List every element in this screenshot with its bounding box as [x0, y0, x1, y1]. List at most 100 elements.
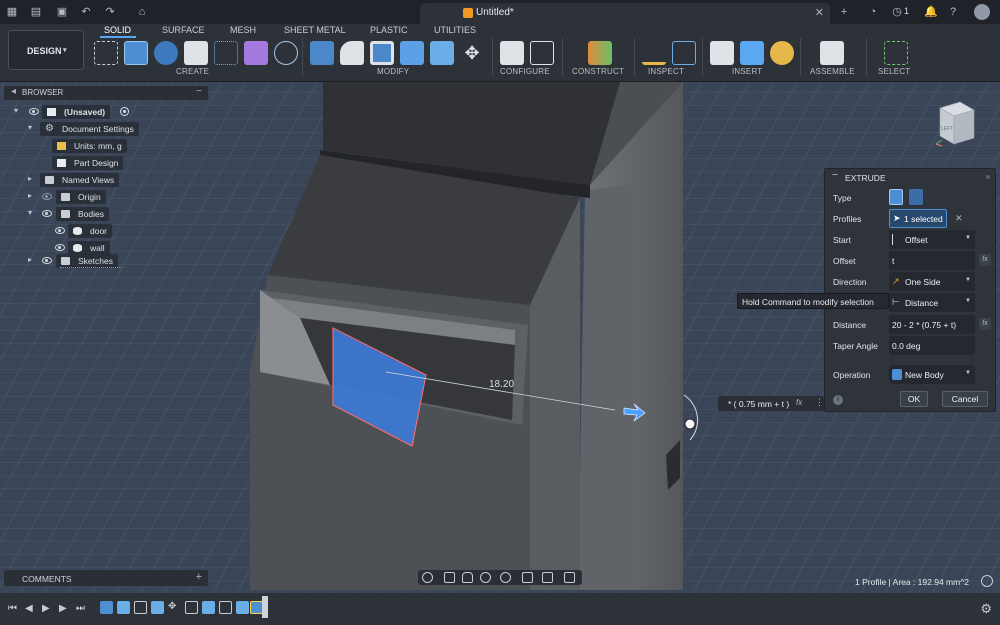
- taper-angle-input[interactable]: 0.0 deg: [889, 336, 975, 355]
- workspace-switcher[interactable]: DESIGN ▾: [8, 30, 84, 70]
- extrude-icon[interactable]: [124, 41, 148, 65]
- tree-item-wall[interactable]: wall: [0, 241, 210, 255]
- play-icon[interactable]: ▶: [42, 603, 50, 614]
- jobs-icon[interactable]: ◷: [891, 6, 903, 18]
- extensions-icon[interactable]: ◔: [867, 6, 879, 18]
- comments-panel[interactable]: COMMENTS +: [4, 570, 208, 586]
- timeline-feature-extrude-icon[interactable]: [151, 601, 164, 614]
- timeline-marker[interactable]: [262, 596, 268, 618]
- notifications-icon[interactable]: 🔔: [924, 6, 938, 18]
- look-at-icon[interactable]: [444, 572, 455, 583]
- tab-sheet-metal[interactable]: SHEET METAL: [284, 25, 346, 35]
- insert-derive-icon[interactable]: [710, 41, 734, 65]
- profiles-selection-button[interactable]: ➤ 1 selected: [889, 209, 947, 228]
- ok-button[interactable]: OK: [900, 391, 928, 407]
- chevron-right-icon[interactable]: ▸: [28, 174, 32, 183]
- user-avatar[interactable]: [974, 4, 990, 20]
- zoom-icon[interactable]: [480, 572, 491, 583]
- distance-input[interactable]: 20 - 2 * (0.75 + t) fx: [889, 315, 991, 334]
- extrude-surface-type-icon[interactable]: [909, 189, 923, 205]
- pan-icon[interactable]: [462, 572, 473, 583]
- add-comment-icon[interactable]: +: [196, 571, 202, 583]
- chevron-right-icon[interactable]: ▸: [28, 191, 32, 200]
- visibility-eye-icon[interactable]: [55, 227, 65, 234]
- status-gauge-icon[interactable]: [981, 575, 993, 587]
- chevron-down-icon[interactable]: ▾: [14, 106, 18, 115]
- assemble-menu[interactable]: ASSEMBLE: [810, 67, 855, 76]
- chevron-right-icon[interactable]: ▸: [28, 255, 32, 264]
- create-form-icon[interactable]: [244, 41, 268, 65]
- redo-icon[interactable]: ↷: [104, 6, 116, 18]
- activate-radio-icon[interactable]: [120, 107, 129, 116]
- view-cube[interactable]: LEFT: [930, 100, 978, 150]
- home-icon[interactable]: ⌂: [136, 6, 148, 18]
- grid-icon[interactable]: [542, 572, 553, 583]
- viewports-icon[interactable]: [564, 572, 575, 583]
- cancel-button[interactable]: Cancel: [942, 391, 988, 407]
- tree-item-sketches[interactable]: ▸ Sketches: [0, 254, 210, 268]
- direction-dropdown[interactable]: ↗ One Side ▼: [889, 272, 975, 291]
- chevron-down-icon[interactable]: ▾: [28, 208, 32, 217]
- timeline-feature-extrude-icon[interactable]: [117, 601, 130, 614]
- app-grid-icon[interactable]: ▦: [6, 6, 18, 18]
- step-forward-icon[interactable]: ▶: [59, 603, 67, 614]
- box-icon[interactable]: [184, 41, 208, 65]
- visibility-eye-icon[interactable]: [42, 193, 52, 200]
- revolve-icon[interactable]: [154, 41, 178, 65]
- tab-utilities[interactable]: UTILITIES: [434, 25, 476, 35]
- press-pull-icon[interactable]: [310, 41, 334, 65]
- new-component-icon[interactable]: [820, 41, 844, 65]
- help-icon[interactable]: ?: [947, 6, 959, 18]
- configure-menu[interactable]: CONFIGURE: [500, 67, 550, 76]
- step-back-icon[interactable]: ◀: [25, 603, 33, 614]
- fx-icon[interactable]: fx: [979, 254, 991, 266]
- on-canvas-distance-input[interactable]: * ( 0.75 mm + t ) fx ⋮: [718, 396, 824, 411]
- timeline-feature-sketch-icon[interactable]: [100, 601, 113, 614]
- tree-item-document-settings[interactable]: ▾ ⚙ Document Settings: [0, 122, 210, 136]
- start-dropdown[interactable]: Offset ▼: [889, 230, 975, 249]
- visibility-eye-icon[interactable]: [42, 210, 52, 217]
- tree-item-root[interactable]: ▾ (Unsaved): [0, 105, 210, 119]
- shell-icon[interactable]: [370, 41, 394, 65]
- fx-icon[interactable]: fx: [796, 398, 802, 407]
- gear-icon[interactable]: ⚙: [980, 601, 992, 617]
- operation-dropdown[interactable]: New Body ▼: [889, 365, 975, 384]
- pattern-icon[interactable]: [214, 41, 238, 65]
- tab-plastic[interactable]: PLASTIC: [370, 25, 408, 35]
- plane-icon[interactable]: [588, 41, 612, 65]
- collapse-icon[interactable]: ◂: [11, 86, 16, 97]
- fx-icon[interactable]: fx: [979, 318, 991, 330]
- tree-item-named-views[interactable]: ▸ Named Views: [0, 173, 210, 187]
- extrude-body-type-icon[interactable]: [889, 189, 903, 205]
- clear-selection-icon[interactable]: ✕: [955, 213, 963, 224]
- orbit-icon[interactable]: [422, 572, 433, 583]
- create-menu[interactable]: CREATE: [176, 67, 209, 76]
- more-options-icon[interactable]: ⋮: [815, 397, 824, 408]
- door-body[interactable]: [250, 150, 590, 590]
- joint-icon[interactable]: [274, 41, 298, 65]
- go-to-end-icon[interactable]: ⏭: [76, 603, 85, 614]
- visibility-eye-icon[interactable]: [42, 257, 52, 264]
- configure-icon[interactable]: [500, 41, 524, 65]
- tree-item-origin[interactable]: ▸ Origin: [0, 190, 210, 204]
- save-icon[interactable]: ▣: [56, 6, 68, 18]
- insert-image-icon[interactable]: [740, 41, 764, 65]
- display-settings-icon[interactable]: [522, 572, 533, 583]
- construct-menu[interactable]: CONSTRUCT: [572, 67, 624, 76]
- angle-handle[interactable]: [684, 418, 696, 430]
- expand-panel-icon[interactable]: »: [986, 172, 990, 181]
- tree-item-door[interactable]: door: [0, 224, 210, 238]
- offset-input[interactable]: t fx: [889, 251, 991, 270]
- fillet-icon[interactable]: [340, 41, 364, 65]
- split-body-icon[interactable]: [430, 41, 454, 65]
- minimize-icon[interactable]: −: [196, 86, 202, 97]
- insert-menu[interactable]: INSERT: [732, 67, 762, 76]
- select-icon[interactable]: [884, 41, 908, 65]
- insert-mesh-icon[interactable]: [770, 41, 794, 65]
- extent-dropdown[interactable]: ⊢ Distance ▼: [889, 293, 975, 312]
- select-menu[interactable]: SELECT: [878, 67, 910, 76]
- inspect-menu[interactable]: INSPECT: [648, 67, 684, 76]
- timeline-feature-extrude-icon[interactable]: [202, 601, 215, 614]
- close-tab-icon[interactable]: ✕: [815, 6, 824, 19]
- timeline-feature-extrude-icon[interactable]: [236, 601, 249, 614]
